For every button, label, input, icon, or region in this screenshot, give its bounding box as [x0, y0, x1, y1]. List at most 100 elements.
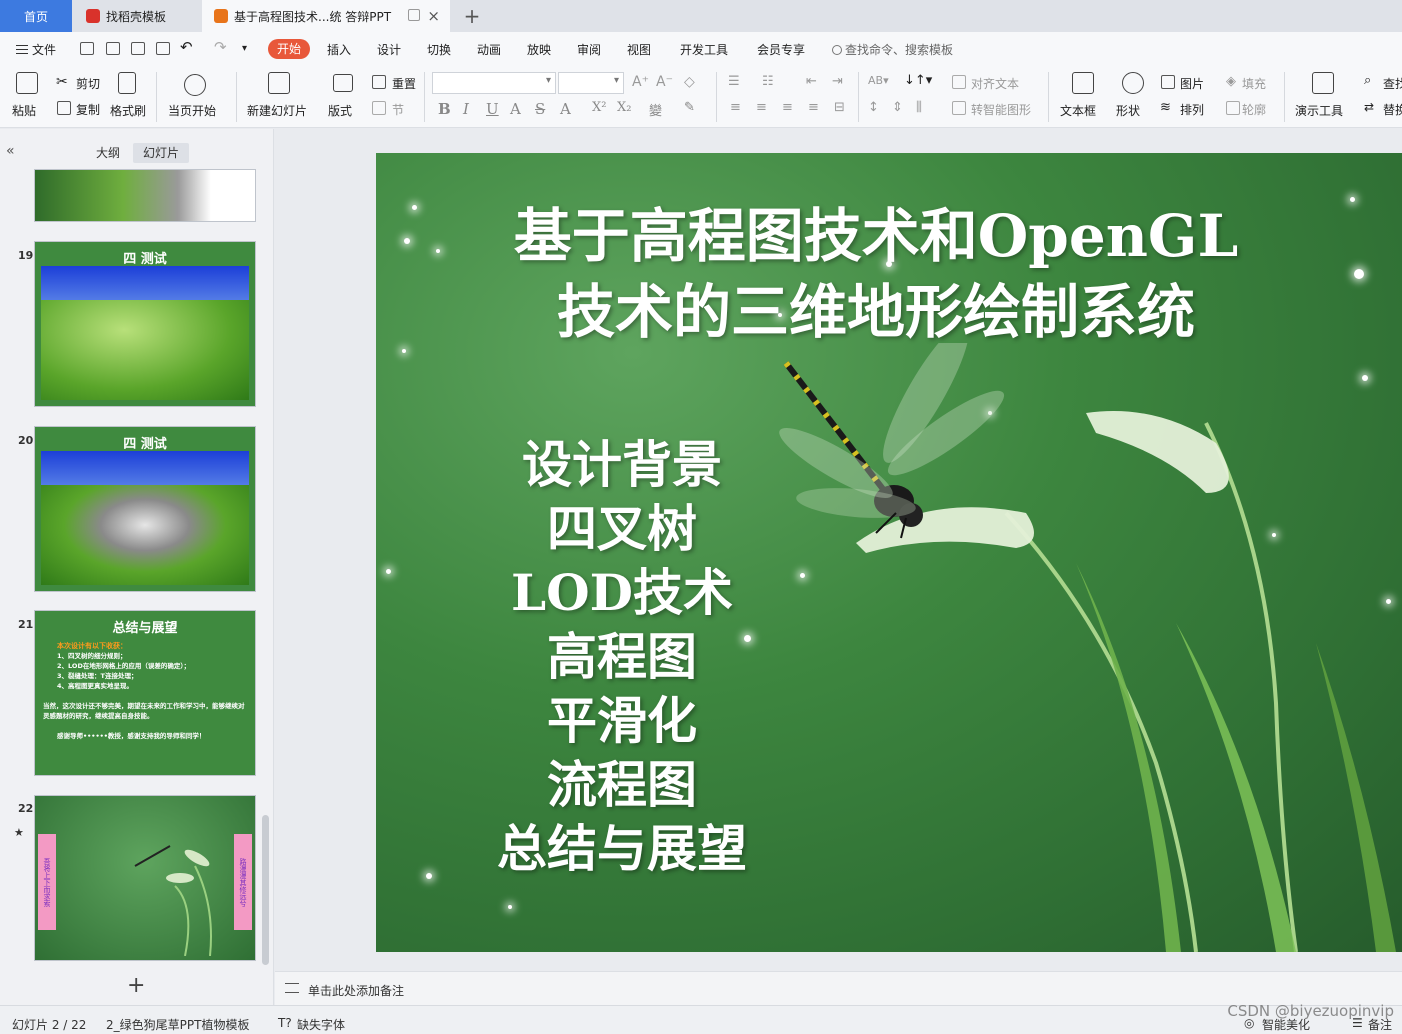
toc-item[interactable]: 设计背景 — [472, 425, 772, 497]
toc-item[interactable]: 平滑化 — [472, 681, 772, 753]
smartart-button[interactable]: 转智能图形 — [971, 101, 1031, 118]
slide-thumbnail-22[interactable]: 吾将上下而求索 路漫漫其修远兮 — [34, 795, 256, 961]
replace-button[interactable]: 替换 — [1383, 101, 1402, 118]
current-slide[interactable]: 基于高程图技术和OpenGL 技术的三维地形绘制系统 设计背景 四叉树 LOD技… — [376, 153, 1402, 952]
tab-document[interactable]: 基于高程图技术...统 答辩PPT × — [202, 0, 450, 32]
template-name[interactable]: 2_绿色狗尾草PPT植物模板 — [106, 1016, 249, 1033]
toc-item[interactable]: LOD技术 — [472, 553, 772, 625]
bold-icon[interactable]: B — [438, 100, 451, 118]
toc-item[interactable]: 总结与展望 — [472, 809, 772, 881]
subscript-icon[interactable]: X₂ — [617, 100, 631, 115]
notes-placeholder[interactable]: 单击此处添加备注 — [308, 982, 404, 999]
missing-font-button[interactable]: 缺失字体 — [297, 1016, 345, 1033]
panel-scrollbar[interactable] — [262, 815, 269, 965]
find-button[interactable]: 查找 — [1383, 75, 1402, 92]
section-button[interactable]: 节 — [392, 101, 404, 118]
textbox-button[interactable]: 文本框 — [1060, 102, 1096, 119]
copy-button[interactable]: 复制 — [76, 101, 100, 118]
slide-thumbnail-19[interactable]: 四 测试 — [34, 241, 256, 407]
font-shrink-icon[interactable]: A⁻ — [656, 74, 673, 90]
paste-icon[interactable] — [16, 72, 38, 94]
tab-slides[interactable]: 幻灯片 — [133, 143, 190, 163]
menu-view[interactable]: 视图 — [627, 41, 651, 58]
menu-devtools[interactable]: 开发工具 — [680, 41, 728, 58]
decrease-indent-icon[interactable]: ⇤ — [806, 74, 817, 89]
increase-indent-icon[interactable]: ⇥ — [832, 74, 843, 89]
menu-transition[interactable]: 切换 — [427, 41, 451, 58]
slide-thumbnail-18[interactable] — [34, 169, 256, 222]
clear-format-icon[interactable]: ◇ — [684, 74, 695, 90]
print-icon[interactable] — [131, 42, 145, 55]
close-icon[interactable]: × — [427, 7, 440, 25]
present-tools-button[interactable]: 演示工具 — [1295, 102, 1343, 119]
toc-item[interactable]: 四叉树 — [472, 489, 772, 561]
cut-button[interactable]: 剪切 — [76, 75, 100, 92]
align-left-icon[interactable]: ≡ — [730, 100, 741, 115]
highlight-icon[interactable]: ✎ — [684, 100, 695, 115]
tab-home[interactable]: 首页 — [0, 0, 72, 32]
command-search[interactable]: 查找命令、搜索模板 — [832, 41, 953, 58]
menu-member[interactable]: 会员专享 — [757, 41, 805, 58]
column-icon[interactable]: ⫼ — [916, 100, 922, 115]
menu-animation[interactable]: 动画 — [477, 41, 501, 58]
reset-button[interactable]: 重置 — [392, 75, 416, 92]
pinyin-icon[interactable]: 變 — [649, 100, 662, 119]
menu-start[interactable]: 开始 — [268, 39, 310, 59]
fill-button[interactable]: 填充 — [1242, 75, 1266, 92]
tab-outline[interactable]: 大纲 — [86, 143, 130, 163]
sort-icon[interactable]: ↓↑▾ — [904, 73, 932, 88]
menu-review[interactable]: 审阅 — [577, 41, 601, 58]
new-slide-button[interactable]: 新建幻灯片 — [247, 102, 307, 119]
preview-icon[interactable] — [156, 42, 170, 55]
shape-button[interactable]: 形状 — [1116, 102, 1140, 119]
window-icon[interactable] — [408, 9, 420, 21]
notes-bar[interactable]: 单击此处添加备注 — [275, 971, 1402, 1005]
line-spacing-icon[interactable]: ↕ — [868, 100, 879, 115]
font-size-select[interactable] — [558, 72, 624, 94]
italic-icon[interactable]: I — [463, 100, 469, 118]
font-family-select[interactable] — [432, 72, 556, 94]
menu-file[interactable]: 文件 — [16, 41, 56, 58]
menu-design[interactable]: 设计 — [377, 41, 401, 58]
arrange-button[interactable]: 排列 — [1180, 101, 1204, 118]
add-slide-button[interactable]: + — [127, 973, 145, 998]
toc-item[interactable]: 高程图 — [472, 617, 772, 689]
bullet-list-icon[interactable]: ☰ — [728, 74, 740, 89]
font-color-icon[interactable]: A — [560, 100, 571, 118]
paragraph-spacing-icon[interactable]: ⇕ — [892, 100, 903, 115]
superscript-icon[interactable]: X² — [592, 100, 606, 115]
number-list-icon[interactable]: ☷ — [762, 74, 774, 89]
undo-icon[interactable]: ↶ — [180, 38, 193, 56]
outline-button[interactable]: 轮廓 — [1242, 101, 1266, 118]
save-icon[interactable] — [80, 42, 94, 55]
align-right-icon[interactable]: ≡ — [782, 100, 793, 115]
redo-icon[interactable]: ↷ — [214, 38, 227, 56]
menu-slideshow[interactable]: 放映 — [527, 41, 551, 58]
justify-icon[interactable]: ≡ — [808, 100, 819, 115]
text-direction-icon[interactable]: AB▾ — [868, 74, 889, 87]
new-tab-button[interactable]: + — [460, 0, 484, 32]
slide-thumbnail-20[interactable]: 四 测试 — [34, 426, 256, 592]
align-center-icon[interactable]: ≡ — [756, 100, 767, 115]
quick-access-dropdown-icon[interactable]: ▾ — [242, 43, 247, 54]
text-shadow-icon[interactable]: A — [510, 100, 521, 118]
collapse-panel-icon[interactable]: « — [6, 143, 15, 159]
docer-logo-icon — [86, 9, 100, 23]
animation-star-icon: ★ — [14, 826, 24, 839]
toc-item[interactable]: 流程图 — [472, 745, 772, 817]
paste-button[interactable]: 粘贴 — [12, 102, 36, 119]
menu-insert[interactable]: 插入 — [327, 41, 351, 58]
strikethrough-icon[interactable]: S — [535, 100, 545, 118]
slide-thumbnail-21[interactable]: 总结与展望 本次设计有以下收获： 1、四叉树的细分规则； 2、LOD在地形网格上… — [34, 610, 256, 776]
layout-button[interactable]: 版式 — [328, 102, 352, 119]
export-icon[interactable] — [106, 42, 120, 55]
distribute-icon[interactable]: ⊟ — [834, 100, 845, 115]
font-grow-icon[interactable]: A⁺ — [632, 74, 649, 90]
from-current-button[interactable]: 当页开始 — [168, 102, 216, 119]
picture-button[interactable]: 图片 — [1180, 75, 1204, 92]
format-painter-button[interactable]: 格式刷 — [110, 102, 146, 119]
tab-template[interactable]: 找稻壳模板 — [74, 0, 200, 32]
underline-icon[interactable]: U — [486, 100, 499, 118]
slide-title-line2[interactable]: 技术的三维地形绘制系统 — [376, 265, 1402, 349]
align-text-button[interactable]: 对齐文本 — [971, 75, 1019, 92]
